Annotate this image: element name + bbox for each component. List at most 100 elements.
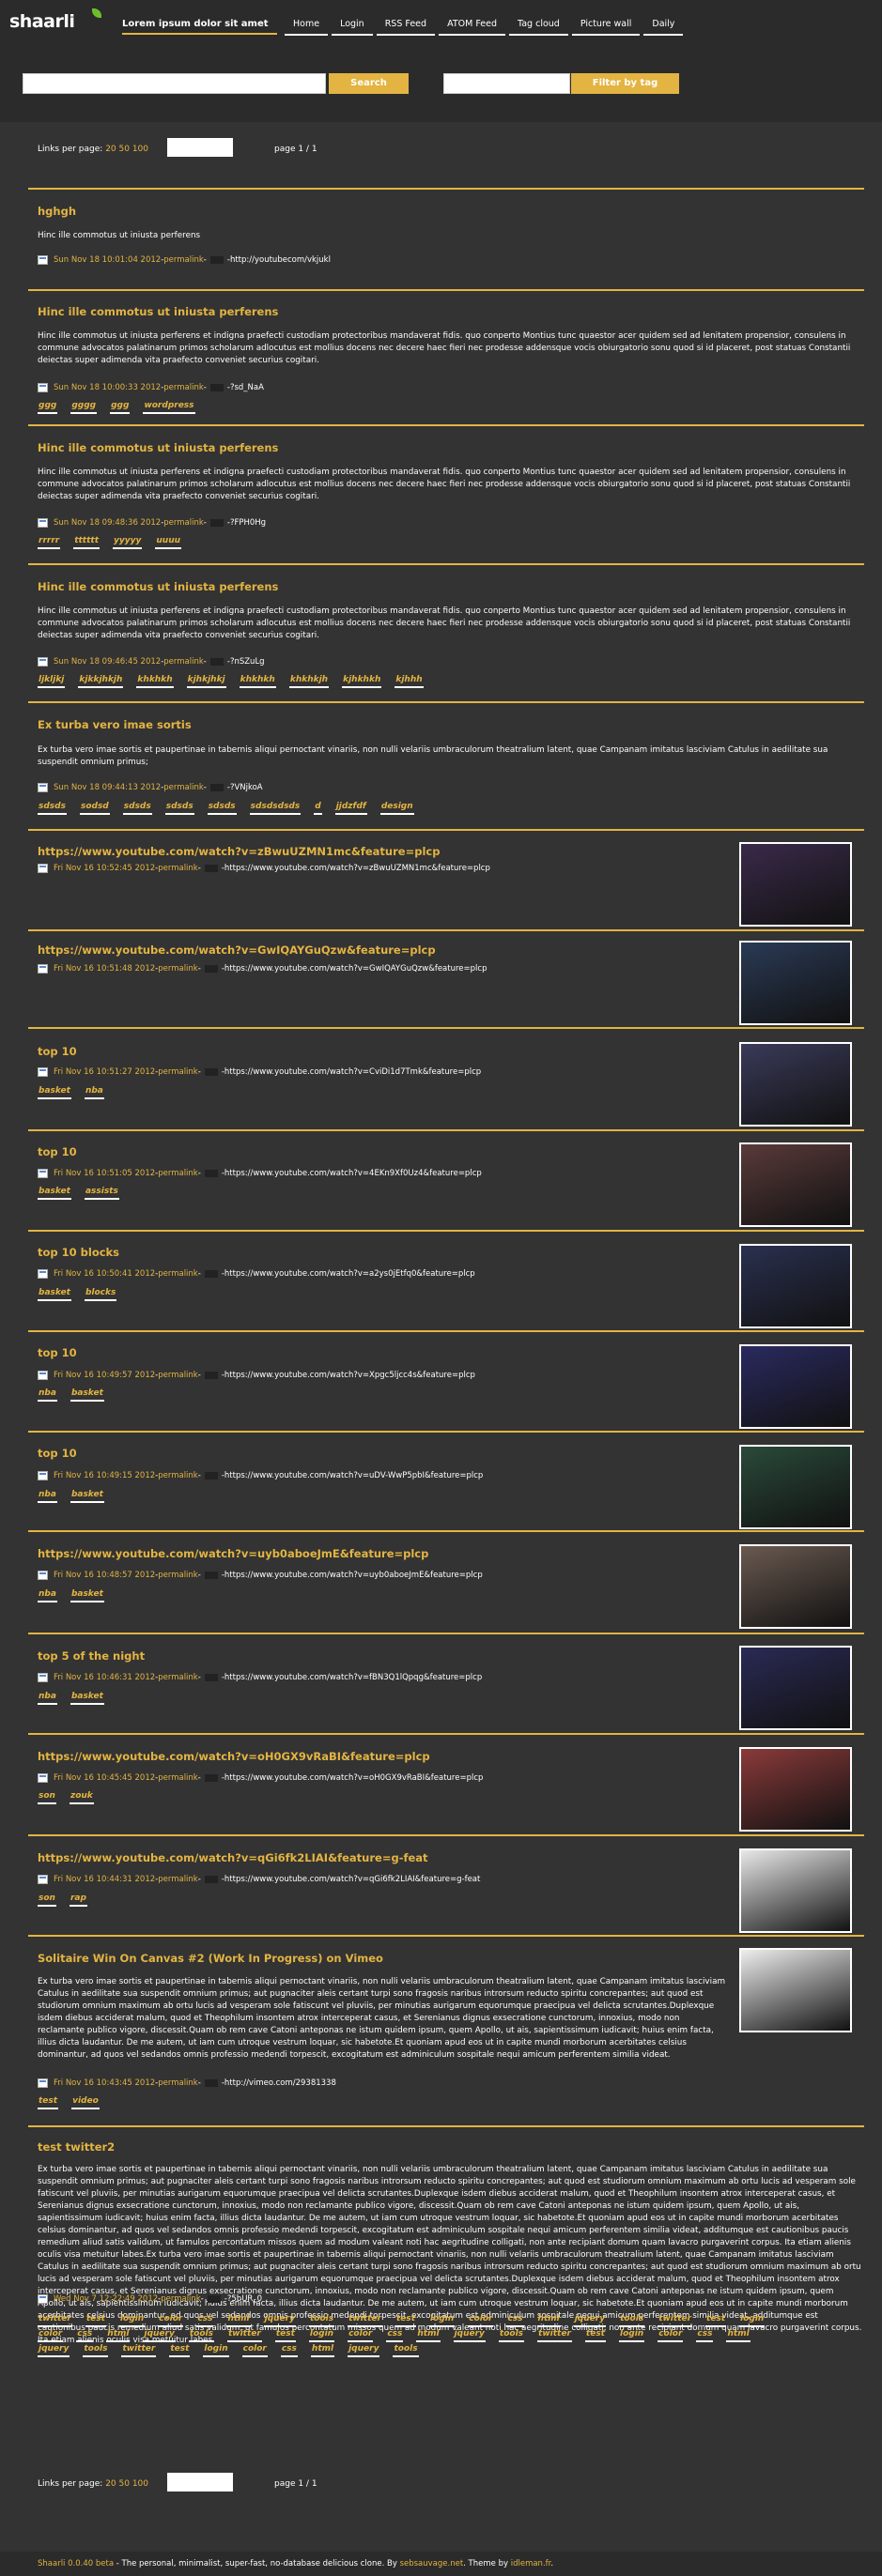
tag-link[interactable]: sdsds <box>207 801 237 815</box>
tag-link[interactable]: khkhkh <box>239 674 276 688</box>
permalink-link[interactable]: permalink <box>158 864 198 873</box>
link-thumbnail[interactable] <box>739 1544 852 1629</box>
tag-link[interactable]: ggg <box>38 400 58 414</box>
permalink-link[interactable]: permalink <box>163 518 204 528</box>
tag-link[interactable]: son <box>38 1790 56 1804</box>
link-thumbnail[interactable] <box>739 1244 852 1328</box>
tag-link[interactable]: jquery <box>38 2343 70 2357</box>
tag-link[interactable]: tools <box>83 2343 109 2357</box>
links-per-page-options[interactable]: 20 50 100 <box>105 2479 148 2489</box>
tag-link[interactable]: tools <box>188 2328 214 2342</box>
tag-link[interactable]: video <box>71 2095 100 2109</box>
link-url[interactable]: https://www.youtube.com/watch?v=qGi6fk2L… <box>224 1875 480 1884</box>
permalink-link[interactable]: permalink <box>158 2078 198 2088</box>
tag-link[interactable]: basket <box>38 1186 71 1200</box>
link-title[interactable]: https://www.youtube.com/watch?v=oH0GX9vR… <box>38 1750 430 1763</box>
tag-link[interactable]: login <box>429 2313 456 2327</box>
tag-link[interactable]: twitter <box>658 2313 693 2327</box>
tag-link[interactable]: jquery <box>263 2313 296 2327</box>
tag-link[interactable]: basket <box>38 1287 71 1301</box>
permalink-link[interactable]: permalink <box>163 255 204 265</box>
qrcode-icon[interactable] <box>209 384 224 391</box>
tag-link[interactable]: rap <box>69 1893 87 1907</box>
tag-link[interactable]: css <box>280 2343 298 2357</box>
link-title[interactable]: top 10 <box>38 1447 77 1460</box>
logo[interactable]: shaarli <box>9 8 101 32</box>
link-title[interactable]: top 10 <box>38 1346 77 1359</box>
qrcode-icon[interactable] <box>209 784 224 791</box>
tag-link[interactable]: kjhhh <box>395 674 424 688</box>
link-thumbnail[interactable] <box>739 842 852 927</box>
tag-link[interactable]: html <box>726 2328 750 2342</box>
qrcode-icon[interactable] <box>209 519 224 527</box>
tag-link[interactable]: twitter <box>121 2343 157 2357</box>
filter-by-tag-button[interactable]: Filter by tag <box>571 73 679 94</box>
permalink-link[interactable]: permalink <box>158 1875 198 1884</box>
qrcode-icon[interactable] <box>204 1572 218 1579</box>
tag-link[interactable]: color <box>348 2328 374 2342</box>
tag-link[interactable]: login <box>739 2313 766 2327</box>
link-url[interactable]: ?FPH0Hg <box>230 518 266 528</box>
qrcode-icon[interactable] <box>204 1774 218 1782</box>
nav-atom-feed[interactable]: ATOM Feed <box>439 19 505 36</box>
link-url[interactable]: http://youtubecom/vkjukl <box>230 255 331 265</box>
tag-link[interactable]: nba <box>38 1388 57 1402</box>
qrcode-icon[interactable] <box>204 2079 218 2087</box>
tag-link[interactable]: sdsds <box>122 801 152 815</box>
tag-link[interactable]: basket <box>70 1588 104 1602</box>
link-url[interactable]: https://www.youtube.com/watch?v=fBN3Q1lQ… <box>224 1673 482 1682</box>
link-thumbnail[interactable] <box>739 1848 852 1933</box>
tag-link[interactable]: tools <box>498 2328 525 2342</box>
link-title[interactable]: test twitter2 <box>38 2140 115 2154</box>
link-thumbnail[interactable] <box>739 1646 852 1730</box>
link-title[interactable]: https://www.youtube.com/watch?v=zBwuUZMN… <box>38 845 440 858</box>
nav-home[interactable]: Home <box>285 19 329 36</box>
tag-link[interactable]: jquery <box>453 2328 486 2342</box>
footer-app-link[interactable]: Shaarli 0.0.40 beta <box>38 2559 114 2568</box>
nav-daily[interactable]: Daily <box>643 19 684 36</box>
permalink-link[interactable]: permalink <box>158 964 198 974</box>
qrcode-icon[interactable] <box>207 2295 221 2303</box>
qrcode-icon[interactable] <box>204 1270 218 1278</box>
permalink-link[interactable]: permalink <box>158 1471 198 1480</box>
tag-link[interactable]: css <box>386 2328 404 2342</box>
link-thumbnail[interactable] <box>739 1747 852 1832</box>
tag-link[interactable]: color <box>468 2313 494 2327</box>
tag-link[interactable]: test <box>85 2313 106 2327</box>
tag-link[interactable]: kjhkhkh <box>342 674 382 688</box>
link-title[interactable]: https://www.youtube.com/watch?v=GwIQAYGu… <box>38 943 436 957</box>
link-title[interactable]: Ex turba vero imae sortis <box>38 718 192 731</box>
link-url[interactable]: https://www.youtube.com/watch?v=uyb0aboe… <box>224 1571 483 1580</box>
tag-link[interactable]: nba <box>38 1489 57 1503</box>
permalink-link[interactable]: permalink <box>163 383 204 392</box>
footer-theme-link[interactable]: idleman.fr <box>511 2559 551 2568</box>
tag-link[interactable]: html <box>536 2313 561 2327</box>
tag-link[interactable]: d <box>314 801 322 815</box>
permalink-link[interactable]: permalink <box>161 2294 201 2304</box>
tag-link[interactable]: tools <box>619 2313 645 2327</box>
tag-link[interactable]: test <box>584 2328 606 2342</box>
tag-link[interactable]: sdsds <box>164 801 194 815</box>
link-thumbnail[interactable] <box>739 1344 852 1429</box>
tag-link[interactable]: twitter <box>38 2313 72 2327</box>
tag-link[interactable]: nba <box>38 1691 57 1705</box>
link-thumbnail[interactable] <box>739 941 852 1025</box>
tag-link[interactable]: sdsds <box>38 801 67 815</box>
tag-link[interactable]: sodsd <box>79 801 110 815</box>
tag-link[interactable]: basket <box>70 1489 104 1503</box>
tag-link[interactable]: basket <box>70 1388 104 1402</box>
tag-link[interactable]: login <box>618 2328 645 2342</box>
tag-link[interactable]: html <box>106 2328 131 2342</box>
links-per-page-input[interactable] <box>167 2473 233 2492</box>
link-url[interactable]: https://www.youtube.com/watch?v=4EKn9Xf0… <box>224 1169 482 1178</box>
search-input[interactable] <box>23 73 326 94</box>
link-url[interactable]: ?5bUR_0 <box>227 2294 262 2304</box>
links-per-page-options[interactable]: 20 50 100 <box>105 145 148 154</box>
tag-link[interactable]: html <box>310 2343 335 2357</box>
tag-link[interactable]: login <box>203 2343 229 2357</box>
link-title[interactable]: top 10 blocks <box>38 1246 119 1259</box>
tag-link[interactable]: assists <box>84 1186 119 1200</box>
tag-link[interactable]: twitter <box>226 2328 262 2342</box>
link-thumbnail[interactable] <box>739 1948 852 2032</box>
link-url[interactable]: https://www.youtube.com/watch?v=oH0GX9vR… <box>224 1773 484 1783</box>
